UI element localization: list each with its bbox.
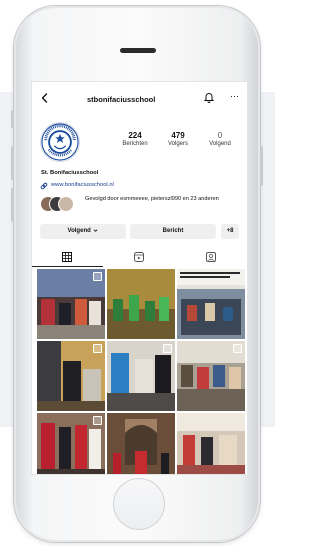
post-thumbnail[interactable] [107,269,175,339]
multiple-photos-icon [233,344,242,353]
stat-posts[interactable]: 224 Berichten [115,131,155,147]
top-bar: stbonifaciusschool ⋯ [32,82,247,114]
chevron-down-icon [93,229,98,232]
post-thumbnail[interactable] [107,341,175,411]
profile-username: stbonifaciusschool [87,95,156,104]
add-person-button[interactable]: +8 [221,224,239,239]
tagged-icon [206,252,216,262]
followed-by-text: Gevolgd door esmmeeee, pieterszl990 en 2… [85,196,219,202]
stat-followers[interactable]: 479 Volgers [158,131,198,147]
link-icon [40,182,48,190]
avatar[interactable] [40,122,80,162]
tab-reels[interactable] [104,248,175,266]
post-thumbnail[interactable] [177,341,245,411]
post-thumbnail[interactable] [107,413,175,474]
tab-tagged[interactable] [176,248,247,266]
mute-switch [11,110,14,128]
photo-school-entrance [107,413,175,474]
grid-icon [62,252,72,262]
more-options-icon[interactable]: ⋯ [230,91,240,101]
following-button[interactable]: Volgend [40,224,126,239]
profile-tabs [32,248,247,267]
follower-avatar-3 [58,196,74,212]
following-count: 0 [217,131,223,140]
instagram-profile-screen: stbonifaciusschool ⋯ 224 Berichten 479 V… [32,82,247,474]
multiple-photos-icon [93,272,102,281]
multiple-photos-icon [163,344,172,353]
website-link-text[interactable]: www.bonifaciusschool.nl [51,182,114,188]
following-button-label: Volgend [67,228,91,234]
multiple-photos-icon [93,344,102,353]
posts-label: Berichten [122,141,148,147]
post-thumbnail[interactable] [37,341,105,411]
post-thumbnail[interactable] [177,413,245,474]
followers-label: Volgers [167,141,188,147]
followed-by[interactable]: Gevolgd door esmmeeee, pieterszl990 en 2… [40,194,240,216]
volume-down-button [11,188,14,222]
photo-classroom-kids [177,413,245,474]
reels-icon [134,252,144,262]
power-button [260,146,263,186]
followers-count: 479 [171,131,185,140]
multiple-photos-icon [93,416,102,425]
phone-speaker [120,48,156,53]
home-button[interactable] [113,478,165,530]
photo-newspaper-group [177,269,245,339]
stat-following[interactable]: 0 Volgend [200,131,240,147]
bell-icon[interactable] [203,91,215,103]
profile-name: St. Bonifaciusschool [41,170,99,176]
volume-up-button [11,146,14,180]
back-arrow-icon[interactable] [40,93,50,103]
tab-grid[interactable] [32,248,103,267]
following-label: Volgend [209,141,231,147]
add-person-icon: +8 [226,228,234,234]
post-thumbnail[interactable] [37,413,105,474]
photo-gym-kids [107,269,175,339]
post-thumbnail[interactable] [37,269,105,339]
post-thumbnail[interactable] [177,269,245,339]
posts-count: 224 [128,131,142,140]
message-button[interactable]: Bericht [130,224,216,239]
